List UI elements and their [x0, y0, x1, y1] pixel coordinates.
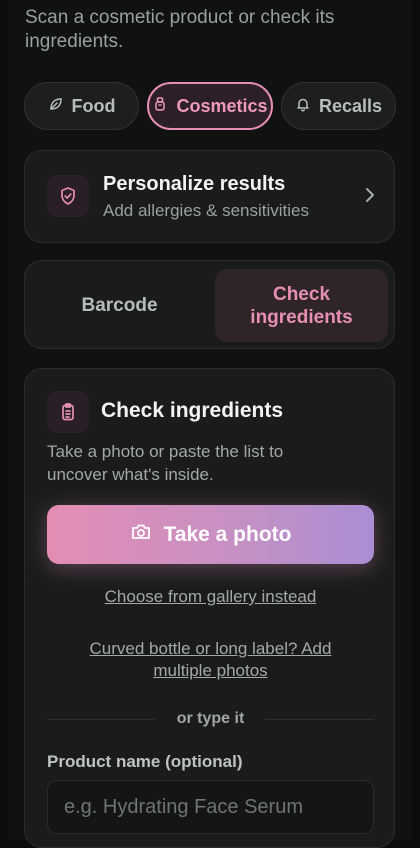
- take-photo-button[interactable]: Take a photo: [47, 505, 374, 564]
- check-ingredients-title: Check ingredients: [101, 399, 284, 422]
- tab-recalls[interactable]: Recalls: [281, 82, 396, 130]
- tab-recalls-label: Recalls: [318, 95, 383, 116]
- bottle-icon: [152, 96, 168, 117]
- check-ingredients-card: Check ingredients Take a photo or paste …: [24, 368, 395, 848]
- clipboard-list-icon: [47, 391, 89, 433]
- page-subtitle: Scan a cosmetic product or check its ing…: [25, 7, 335, 52]
- app-screen: Scan a cosmetic product or check its ing…: [8, 0, 412, 848]
- chevron-right-icon: [364, 185, 376, 210]
- check-ingredients-description: Take a photo or paste the list to uncove…: [47, 442, 284, 484]
- bell-icon: [295, 96, 311, 117]
- camera-icon: [130, 522, 152, 548]
- shield-check-icon: [47, 175, 89, 217]
- add-multiple-photos-link[interactable]: Curved bottle or long label? Add multipl…: [65, 638, 356, 682]
- mode-check-ingredients-label: Check ingredients: [250, 283, 353, 328]
- personalize-title: Personalize results: [103, 173, 286, 195]
- scan-mode-toggle: Barcode Check ingredients: [24, 260, 395, 349]
- mode-barcode-button[interactable]: Barcode: [33, 269, 206, 342]
- tab-food[interactable]: Food: [24, 82, 139, 130]
- tab-food-label: Food: [71, 95, 116, 116]
- mode-check-ingredients-button[interactable]: Check ingredients: [215, 269, 388, 342]
- tab-cosmetics[interactable]: Cosmetics: [147, 82, 273, 130]
- take-photo-label: Take a photo: [163, 522, 292, 546]
- personalize-subtitle: Add allergies & sensitivities: [103, 201, 309, 220]
- divider-right: [265, 719, 374, 720]
- leaf-icon: [48, 96, 64, 117]
- category-tabs: Food Cosmetics Recalls: [24, 82, 404, 130]
- product-name-input[interactable]: [47, 780, 374, 834]
- product-name-label: Product name (optional): [47, 752, 243, 771]
- personalize-card[interactable]: Personalize results Add allergies & sens…: [24, 150, 395, 243]
- choose-from-gallery-link[interactable]: Choose from gallery instead: [25, 587, 396, 607]
- tab-cosmetics-label: Cosmetics: [176, 95, 268, 116]
